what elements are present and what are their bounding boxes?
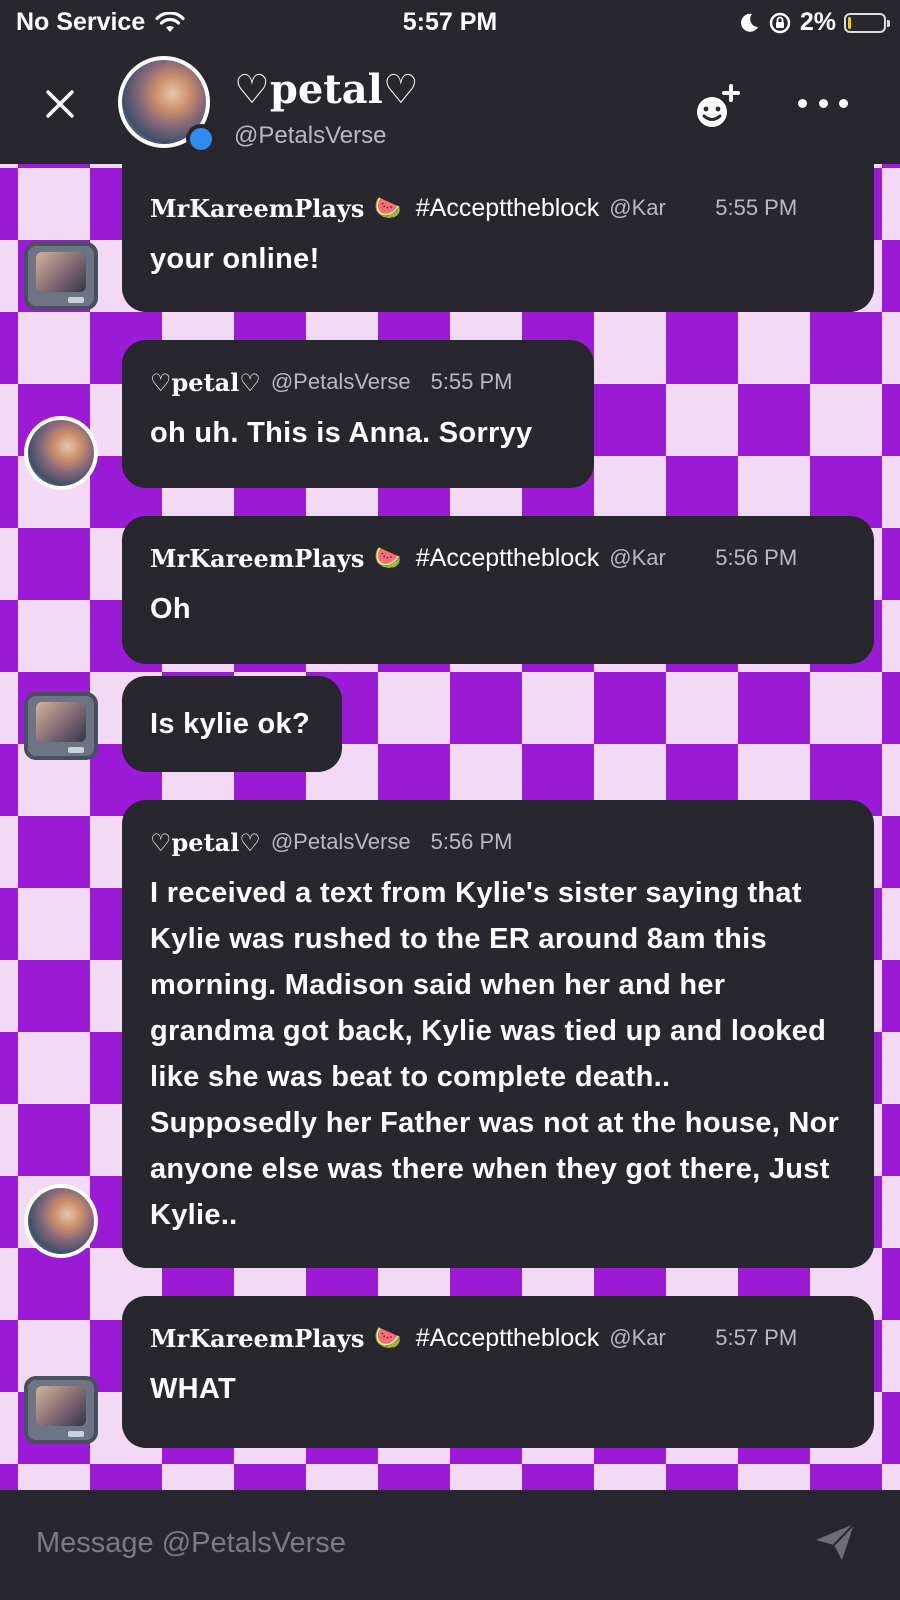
sender-avatar[interactable] xyxy=(24,1376,98,1444)
send-icon xyxy=(816,1523,855,1560)
watermelon-icon: 🍉 xyxy=(374,1325,402,1350)
composer-bar xyxy=(0,1490,900,1600)
close-button[interactable] xyxy=(40,84,80,124)
sender-avatar[interactable] xyxy=(24,1184,98,1258)
sender-avatar[interactable] xyxy=(24,692,98,760)
sender-name[interactable]: MrKareemPlays xyxy=(150,194,364,223)
more-dot-icon xyxy=(798,98,807,108)
message-meta: MrKareemPlays 🍉 #Accepttheblock @Kar 5:5… xyxy=(150,1318,846,1358)
message-bubble[interactable]: MrKareemPlays 🍉 #Accepttheblock @Kar 5:5… xyxy=(122,164,874,312)
status-bar: No Service 5:57 PM 2% xyxy=(0,0,900,44)
sender-name[interactable]: MrKareemPlays xyxy=(150,1324,364,1353)
sender-handle: @Kar xyxy=(609,195,666,220)
add-friend-button[interactable] xyxy=(690,80,746,136)
message-time: 5:55 PM xyxy=(430,369,513,394)
message-text: Is kylie ok? xyxy=(150,708,310,740)
sender-avatar[interactable] xyxy=(24,416,98,490)
sender-name[interactable]: ♡petal♡ xyxy=(150,368,261,397)
message-list[interactable]: MrKareemPlays 🍉 #Accepttheblock @Kar 5:5… xyxy=(0,164,900,1490)
chat-header: ♡petal♡ @PetalsVerse xyxy=(0,44,900,164)
moon-icon xyxy=(740,13,758,32)
message-text: I received a text from Kylie's sister sa… xyxy=(150,877,840,1231)
message-bubble[interactable]: MrKareemPlays 🍉 #Accepttheblock @Kar 5:5… xyxy=(122,516,874,664)
sender-handle: @Kar xyxy=(609,545,666,570)
more-dot-icon xyxy=(839,98,848,108)
sender-name[interactable]: MrKareemPlays xyxy=(150,544,364,573)
message-input[interactable] xyxy=(34,1520,758,1566)
sender-tag: #Accepttheblock xyxy=(415,1323,600,1352)
message-time: 5:56 PM xyxy=(430,829,513,854)
sender-handle: @Kar xyxy=(609,1325,666,1350)
sender-tag: #Accepttheblock xyxy=(415,543,600,572)
message-text: oh uh. This is Anna. Sorryy xyxy=(150,417,533,449)
contact-handle[interactable]: @PetalsVerse xyxy=(234,122,386,150)
message-time: 5:56 PM xyxy=(715,545,798,570)
message-text: your online! xyxy=(150,243,320,275)
watermelon-icon: 🍉 xyxy=(374,545,402,570)
sender-tag: #Accepttheblock xyxy=(415,193,600,222)
message-text: WHAT xyxy=(150,1373,237,1405)
more-dot-icon xyxy=(818,98,828,108)
online-status-dot xyxy=(186,124,216,154)
message-meta: MrKareemPlays 🍉 #Accepttheblock @Kar 5:5… xyxy=(150,538,846,578)
sender-handle: @PetalsVerse xyxy=(270,369,411,394)
message-meta: MrKareemPlays 🍉 #Accepttheblock @Kar 5:5… xyxy=(150,188,846,228)
message-meta: ♡petal♡ @PetalsVerse 5:55 PM xyxy=(150,362,566,402)
sender-name[interactable]: ♡petal♡ xyxy=(150,828,261,857)
more-options-button[interactable] xyxy=(798,88,848,118)
message-bubble[interactable]: ♡petal♡ @PetalsVerse 5:56 PM I received … xyxy=(122,800,874,1268)
sender-avatar[interactable] xyxy=(24,242,98,310)
message-time: 5:55 PM xyxy=(715,195,798,220)
message-time: 5:57 PM xyxy=(715,1325,798,1350)
battery-icon xyxy=(844,12,890,33)
send-button[interactable] xyxy=(812,1518,858,1564)
watermelon-icon: 🍉 xyxy=(374,195,402,220)
add-friend-icon xyxy=(697,84,740,127)
message-bubble[interactable]: MrKareemPlays 🍉 #Accepttheblock @Kar 5:5… xyxy=(122,1296,874,1448)
message-bubble[interactable]: Is kylie ok? xyxy=(122,676,342,772)
message-meta: ♡petal♡ @PetalsVerse 5:56 PM xyxy=(150,822,846,862)
close-icon xyxy=(46,90,74,118)
contact-name[interactable]: ♡petal♡ xyxy=(234,66,419,113)
battery-percent: 2% xyxy=(799,8,836,36)
sender-handle: @PetalsVerse xyxy=(270,829,411,854)
message-text: Oh xyxy=(150,593,191,625)
message-bubble[interactable]: ♡petal♡ @PetalsVerse 5:55 PM oh uh. This… xyxy=(122,340,594,488)
rotation-lock-icon xyxy=(769,12,791,33)
